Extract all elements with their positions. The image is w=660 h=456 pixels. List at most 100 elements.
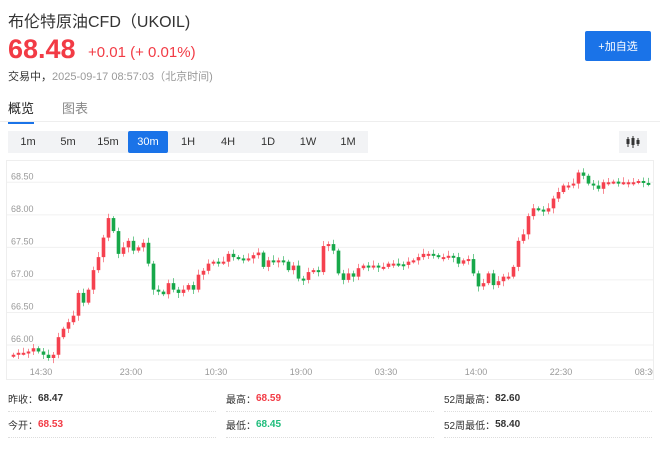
- candlestick-chart-icon[interactable]: [619, 131, 647, 153]
- timeframe-selector: 1m 5m 15m 30m 1H 4H 1D 1W 1M: [8, 131, 368, 153]
- stat-label: 52周最高：: [444, 395, 496, 406]
- x-tick-label: 22:30: [550, 367, 573, 377]
- candle-body: [406, 261, 411, 265]
- candle-body: [351, 273, 356, 277]
- candle-body: [151, 263, 156, 290]
- candle-body: [321, 246, 326, 273]
- candle-body: [446, 255, 451, 258]
- candle-body: [426, 253, 431, 256]
- candle-body: [181, 289, 186, 293]
- candle-body: [46, 354, 51, 358]
- candle-body: [461, 260, 466, 264]
- candle-body: [496, 281, 501, 286]
- candle-body: [616, 181, 621, 184]
- candle-body: [366, 265, 371, 268]
- candle-body: [591, 183, 596, 186]
- stat-value: 58.40: [495, 419, 521, 430]
- timeframe-1mo[interactable]: 1M: [328, 131, 368, 153]
- price-change: +0.01 (+ 0.01%): [88, 44, 196, 61]
- timeframe-4h[interactable]: 4H: [208, 131, 248, 153]
- candle-body: [81, 292, 86, 303]
- stat-open: 今开： 68.53: [8, 412, 216, 438]
- candle-body: [476, 273, 481, 287]
- candle-body: [546, 208, 551, 212]
- current-price: 68.48: [8, 34, 76, 64]
- price-chart[interactable]: 68.50 68.00 67.50 67.00 66.50 66.00 14:30 23:00…: [6, 160, 657, 380]
- candle-body: [566, 185, 571, 188]
- stat-label: 52周最低：: [444, 421, 496, 432]
- candle-body: [376, 265, 381, 268]
- candle-body: [501, 276, 506, 282]
- candle-body: [126, 240, 131, 248]
- candle-body: [416, 257, 421, 261]
- candle-body: [521, 234, 526, 241]
- candle-body: [266, 260, 271, 267]
- y-tick-label: 68.50: [11, 171, 34, 181]
- candle-body: [606, 182, 611, 185]
- candle-body: [381, 266, 386, 269]
- x-tick-label: 03:30: [375, 367, 398, 377]
- candle-body: [61, 328, 66, 338]
- candle-body: [631, 182, 636, 185]
- candle-body: [146, 242, 151, 264]
- candle-body: [401, 264, 406, 267]
- stat-value: 68.53: [38, 419, 64, 430]
- add-to-watchlist-button[interactable]: +加自选: [585, 31, 651, 61]
- candle-body: [626, 182, 631, 185]
- timeframe-1d[interactable]: 1D: [248, 131, 288, 153]
- candle-body: [106, 218, 111, 238]
- candle-body: [216, 261, 221, 264]
- stat-value: 68.45: [256, 419, 282, 430]
- stat-value: 68.47: [38, 393, 64, 404]
- y-tick-label: 67.00: [11, 269, 34, 279]
- status-text: 交易中，: [8, 71, 52, 83]
- candle-body: [306, 272, 311, 280]
- candle-body: [341, 273, 346, 280]
- candle-body: [166, 283, 171, 295]
- instrument-title: 布伦特原油CFD（UKOIL): [8, 14, 191, 31]
- candle-body: [411, 260, 416, 263]
- candle-body: [196, 274, 201, 290]
- timeframe-1w[interactable]: 1W: [288, 131, 328, 153]
- candle-body: [301, 278, 306, 281]
- candle-body: [486, 273, 491, 284]
- x-tick-label: 19:00: [290, 367, 313, 377]
- candle-body: [336, 250, 341, 274]
- candle-body: [361, 265, 366, 269]
- candle-body: [551, 198, 556, 209]
- candle-body: [346, 273, 351, 280]
- candle-body: [141, 242, 146, 248]
- stat-label: 昨收：: [8, 395, 38, 406]
- timeframe-30m[interactable]: 30m: [128, 131, 168, 153]
- candle-body: [56, 337, 61, 355]
- candle-body: [466, 259, 471, 262]
- candle-body: [231, 253, 236, 258]
- trading-status: 交易中，2025-09-17 08:57:03（北京时间): [8, 68, 213, 84]
- candle-body: [21, 352, 26, 355]
- timestamp: 2025-09-17 08:57:03（北京时间): [52, 71, 213, 83]
- candle-body: [131, 240, 136, 251]
- candle-body: [86, 289, 91, 303]
- candle-body: [296, 265, 301, 279]
- timeframe-1h[interactable]: 1H: [168, 131, 208, 153]
- timeframe-1m[interactable]: 1m: [8, 131, 48, 153]
- candle-body: [241, 258, 246, 261]
- candle-body: [256, 252, 261, 256]
- candle-body: [291, 265, 296, 271]
- candle-body: [561, 185, 566, 193]
- candle-body: [276, 260, 281, 263]
- candle-body: [246, 258, 251, 261]
- y-tick-label: 68.00: [11, 204, 34, 214]
- candle-body: [171, 283, 176, 290]
- candle-body: [326, 244, 331, 247]
- candle-body: [386, 263, 391, 267]
- candle-body: [71, 315, 76, 323]
- y-tick-label: 67.50: [11, 236, 34, 246]
- timeframe-5m[interactable]: 5m: [48, 131, 88, 153]
- candle-body: [491, 273, 496, 286]
- timeframe-15m[interactable]: 15m: [88, 131, 128, 153]
- candle-body: [26, 351, 31, 354]
- candle-body: [66, 322, 71, 329]
- x-tick-label: 08:30: [635, 367, 653, 377]
- candle-body: [31, 348, 36, 352]
